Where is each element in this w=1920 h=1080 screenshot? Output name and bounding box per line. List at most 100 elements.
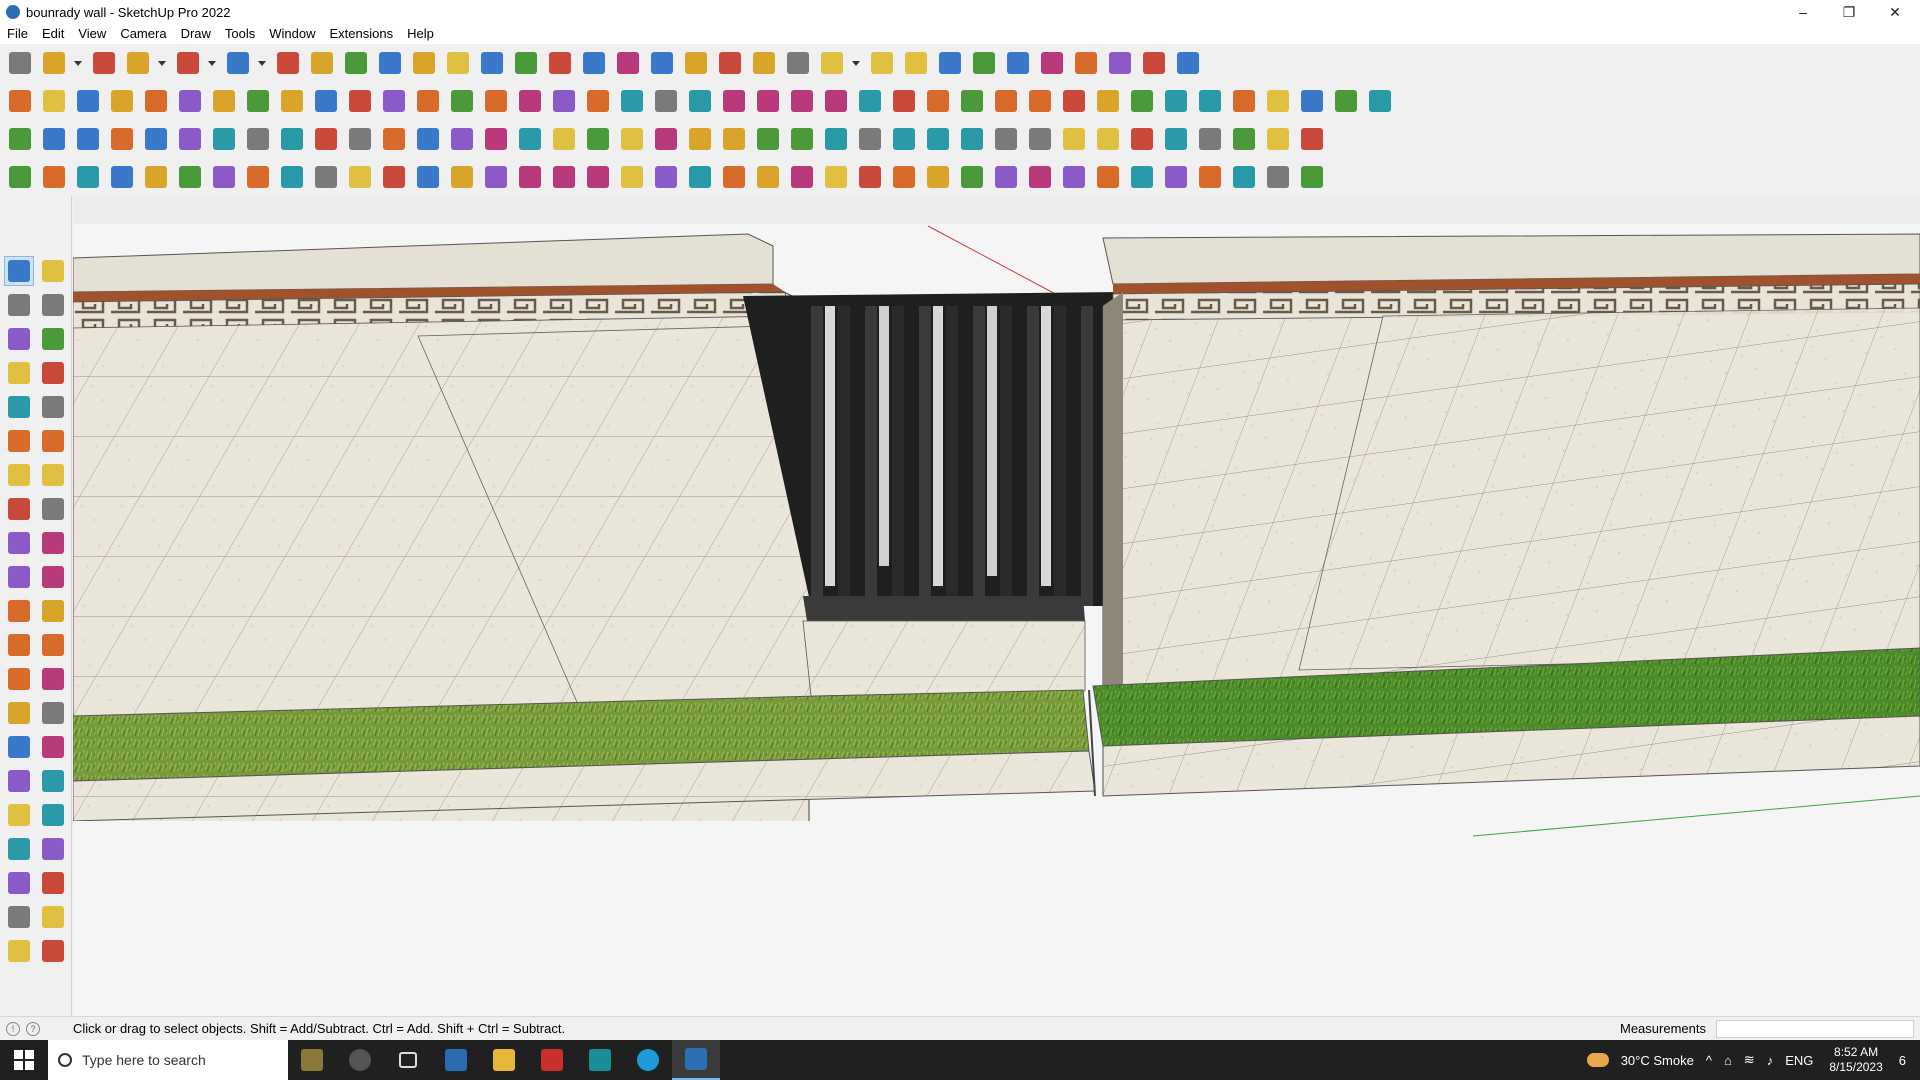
stair4-button[interactable] bbox=[956, 161, 988, 193]
tape-tool-button[interactable] bbox=[38, 324, 68, 354]
arc-o-button[interactable] bbox=[684, 123, 716, 155]
cross-blue-button[interactable] bbox=[548, 123, 580, 155]
tray-overflow-icon[interactable]: ^ bbox=[1706, 1053, 1712, 1068]
car-button[interactable] bbox=[72, 161, 104, 193]
stair-button[interactable] bbox=[1262, 85, 1294, 117]
layers2-tool-button[interactable] bbox=[4, 936, 34, 966]
rot-rect-tool-button[interactable] bbox=[38, 392, 68, 422]
house4-button[interactable] bbox=[616, 85, 648, 117]
gear3-button[interactable] bbox=[1228, 161, 1260, 193]
rectangle-tool-button[interactable] bbox=[4, 392, 34, 422]
polygon-button[interactable] bbox=[854, 85, 886, 117]
offset-tool-button[interactable] bbox=[38, 596, 68, 626]
weather-text[interactable]: 30°C Smoke bbox=[1621, 1053, 1694, 1068]
menu-window[interactable]: Window bbox=[262, 24, 322, 44]
cut-button[interactable] bbox=[514, 161, 546, 193]
arc3-tool-button[interactable] bbox=[4, 494, 34, 524]
arc-button[interactable] bbox=[172, 47, 204, 79]
restore-button[interactable]: ❐ bbox=[1826, 0, 1872, 24]
taskbar-app-sketchup[interactable] bbox=[672, 1040, 720, 1080]
clock[interactable]: 8:52 AM 8/15/2023 bbox=[1829, 1045, 1882, 1075]
stamp-button[interactable] bbox=[888, 161, 920, 193]
hinge-button[interactable] bbox=[344, 123, 376, 155]
red-shape-button[interactable] bbox=[140, 123, 172, 155]
zoom-tool-button[interactable] bbox=[4, 766, 34, 796]
volume-icon[interactable]: ♪ bbox=[1767, 1053, 1774, 1068]
redo-button[interactable] bbox=[1138, 47, 1170, 79]
minimize-button[interactable]: – bbox=[1780, 0, 1826, 24]
cone2-button[interactable] bbox=[616, 123, 648, 155]
sections3-button[interactable] bbox=[990, 123, 1022, 155]
shape3-button[interactable] bbox=[208, 161, 240, 193]
blade4-button[interactable] bbox=[854, 161, 886, 193]
diamond-button[interactable] bbox=[1364, 85, 1396, 117]
pushpull-tool-button[interactable] bbox=[38, 528, 68, 558]
text-tool-button[interactable] bbox=[38, 664, 68, 694]
measure-button[interactable] bbox=[752, 85, 784, 117]
hand-button[interactable] bbox=[616, 161, 648, 193]
styles-button[interactable] bbox=[748, 47, 780, 79]
tree-button[interactable] bbox=[888, 123, 920, 155]
push-magenta-button[interactable] bbox=[276, 85, 308, 117]
arc2-tool-button[interactable] bbox=[38, 460, 68, 490]
arc-tool-button[interactable] bbox=[4, 460, 34, 490]
grid4-button[interactable] bbox=[1296, 123, 1328, 155]
blade2-button[interactable] bbox=[786, 161, 818, 193]
zoom-window-button[interactable] bbox=[612, 47, 644, 79]
paint-tool-button[interactable] bbox=[4, 290, 34, 320]
cross-green-button[interactable] bbox=[514, 123, 546, 155]
menu-extensions[interactable]: Extensions bbox=[323, 24, 401, 44]
lasso-button[interactable] bbox=[1058, 85, 1090, 117]
curve-sel-button[interactable] bbox=[310, 123, 342, 155]
spline-button[interactable] bbox=[1024, 85, 1056, 117]
rectangle-button[interactable] bbox=[222, 47, 254, 79]
toolbar-dropdown-arrow[interactable] bbox=[206, 47, 218, 79]
taskbar-app-acrobat[interactable] bbox=[528, 1040, 576, 1080]
footprint-tool-button[interactable] bbox=[4, 868, 34, 898]
select-tool-button[interactable] bbox=[4, 256, 34, 286]
flip-button[interactable] bbox=[968, 47, 1000, 79]
stair2-button[interactable] bbox=[1296, 85, 1328, 117]
rail-button[interactable] bbox=[548, 161, 580, 193]
move4-button[interactable] bbox=[786, 123, 818, 155]
green-face-button[interactable] bbox=[480, 85, 512, 117]
menu-camera[interactable]: Camera bbox=[113, 24, 173, 44]
line-button[interactable] bbox=[122, 47, 154, 79]
3dtext-tool-button[interactable] bbox=[38, 698, 68, 728]
fx-button[interactable] bbox=[684, 85, 716, 117]
dimension-tool-button[interactable] bbox=[38, 630, 68, 660]
taskbar-app-calculator[interactable] bbox=[432, 1040, 480, 1080]
push-green-button[interactable] bbox=[208, 85, 240, 117]
bezier-button[interactable] bbox=[990, 85, 1022, 117]
eraser-tool-button[interactable] bbox=[38, 290, 68, 320]
arc-o3-button[interactable] bbox=[752, 123, 784, 155]
axes-tool-button[interactable] bbox=[4, 698, 34, 728]
truss-button[interactable] bbox=[1228, 85, 1260, 117]
house3-button[interactable] bbox=[582, 85, 614, 117]
text-button[interactable] bbox=[476, 47, 508, 79]
sections2-button[interactable] bbox=[956, 123, 988, 155]
push-red-button[interactable] bbox=[174, 85, 206, 117]
eraser-button[interactable] bbox=[88, 47, 120, 79]
measure-tool-button[interactable] bbox=[4, 630, 34, 660]
protractor-tool-button[interactable] bbox=[4, 664, 34, 694]
iso-view-button[interactable] bbox=[4, 85, 36, 117]
menu-edit[interactable]: Edit bbox=[35, 24, 71, 44]
zoom-button[interactable] bbox=[4, 47, 36, 79]
cone-button[interactable] bbox=[582, 123, 614, 155]
push-orange-button[interactable] bbox=[242, 85, 274, 117]
pan-button[interactable] bbox=[578, 47, 610, 79]
network-icon[interactable]: ⌂ bbox=[1724, 1053, 1732, 1068]
front-view-button[interactable] bbox=[72, 85, 104, 117]
plane-button[interactable] bbox=[344, 85, 376, 117]
toolbar-dropdown-arrow[interactable] bbox=[256, 47, 268, 79]
leaf2-button[interactable] bbox=[684, 161, 716, 193]
menu-view[interactable]: View bbox=[71, 24, 113, 44]
triangle-button[interactable] bbox=[650, 123, 682, 155]
warehouse-button[interactable] bbox=[1172, 47, 1204, 79]
ellipse-button[interactable] bbox=[888, 85, 920, 117]
plane-blue-button[interactable] bbox=[4, 123, 36, 155]
outline-button[interactable] bbox=[174, 123, 206, 155]
tape-measure-button[interactable] bbox=[442, 47, 474, 79]
pattern3-button[interactable] bbox=[1092, 161, 1124, 193]
